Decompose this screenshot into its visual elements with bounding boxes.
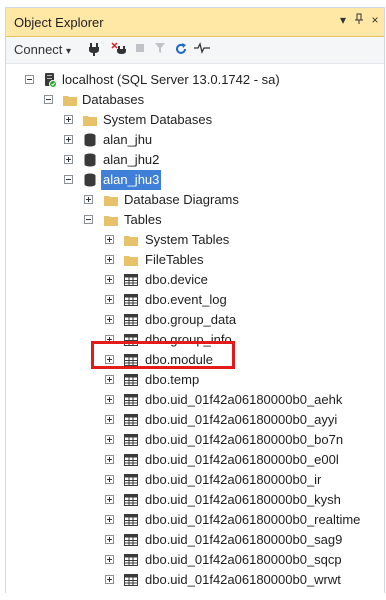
table-icon (124, 574, 138, 586)
expand-toggle[interactable] (105, 355, 114, 364)
tree-node-label: Databases (82, 92, 145, 107)
database-icon (84, 133, 96, 147)
database-icon (84, 173, 96, 187)
expand-toggle[interactable] (105, 395, 114, 404)
expand-toggle[interactable] (105, 535, 114, 544)
table-icon (124, 334, 138, 346)
expand-toggle[interactable] (84, 195, 93, 204)
expand-toggle[interactable] (64, 155, 73, 164)
tree-node-label: dbo.uid_01f42a06180000b0_aehk (145, 392, 343, 407)
expand-toggle[interactable] (105, 515, 114, 524)
tree-node-label: dbo.uid_01f42a06180000b0_sag9 (145, 532, 343, 547)
tree-node-label-selected: alan_jhu3 (101, 170, 162, 190)
tree-node-label: System Tables (145, 232, 230, 247)
expand-toggle[interactable] (105, 495, 114, 504)
stop-icon[interactable] (134, 42, 146, 58)
object-explorer-panel: Object Explorer ▾ × Connect ▾ localhost … (5, 7, 385, 593)
tree-node-label: Tables (124, 212, 162, 227)
table-icon (124, 474, 138, 486)
expand-toggle[interactable] (105, 475, 114, 484)
pin-icon[interactable] (352, 13, 366, 28)
connect-dropdown-icon: ▾ (66, 46, 72, 57)
connect-button[interactable]: Connect ▾ (14, 42, 71, 58)
tree-node-label: alan_jhu2 (103, 152, 160, 167)
tree-node-label: dbo.uid_01f42a06180000b0_kysh (145, 492, 341, 507)
close-icon[interactable]: × (368, 13, 382, 27)
panel-title: Object Explorer (14, 15, 104, 30)
table-icon (124, 534, 138, 546)
folder-icon (104, 196, 118, 206)
expand-toggle[interactable] (105, 275, 114, 284)
table-icon (124, 414, 138, 426)
connect-object-explorer-icon[interactable] (88, 42, 100, 58)
tree-node-label: dbo.device (145, 272, 208, 287)
expand-toggle[interactable] (105, 255, 114, 264)
table-icon (124, 274, 138, 286)
folder-icon (83, 116, 97, 126)
table-icon (124, 294, 138, 306)
folder-icon (63, 96, 77, 106)
table-icon (124, 394, 138, 406)
panel-title-bar: Object Explorer ▾ × (6, 8, 384, 37)
expand-toggle[interactable] (105, 295, 114, 304)
expand-toggle[interactable] (105, 235, 114, 244)
tree-node-label: FileTables (145, 252, 204, 267)
tree-node-label: dbo.uid_01f42a06180000b0_wrwt (145, 572, 341, 587)
connect-label: Connect (14, 42, 63, 57)
table-icon (124, 494, 138, 506)
tree-node-label: dbo.group_data (145, 312, 237, 327)
folder-icon (124, 236, 138, 246)
tree-node-label: dbo.uid_01f42a06180000b0_sqcp (145, 552, 342, 567)
expand-toggle[interactable] (105, 415, 114, 424)
collapse-toggle[interactable] (84, 215, 93, 224)
expand-toggle[interactable] (64, 115, 73, 124)
tree-node-label: dbo.uid_01f42a06180000b0_realtime (145, 512, 361, 527)
expand-toggle[interactable] (105, 555, 114, 564)
table-icon (124, 354, 138, 366)
folder-icon (104, 216, 118, 226)
filter-icon[interactable] (154, 42, 166, 58)
table-icon (124, 454, 138, 466)
table-icon (124, 514, 138, 526)
tree-node-label: dbo.module (145, 352, 213, 367)
table-icon (124, 314, 138, 326)
expand-toggle[interactable] (105, 435, 114, 444)
database-icon (84, 153, 96, 167)
tree-node-label: dbo.temp (145, 372, 200, 387)
tree-node-label: dbo.uid_01f42a06180000b0_ayyi (145, 412, 338, 427)
tree-node-label: alan_jhu (103, 132, 153, 147)
collapse-toggle[interactable] (25, 75, 34, 84)
server-connected-icon (45, 73, 57, 88)
tree-node-label: System Databases (103, 112, 213, 127)
disconnect-icon[interactable] (111, 42, 127, 58)
expand-toggle[interactable] (64, 135, 73, 144)
tree-node-label: dbo.group_info (145, 332, 232, 347)
tree-node-label: dbo.uid_01f42a06180000b0_ir (145, 472, 322, 487)
tree-node-label: Database Diagrams (124, 192, 239, 207)
object-explorer-toolbar: Connect ▾ (6, 37, 384, 64)
collapse-toggle[interactable] (44, 95, 53, 104)
tree-node-label: localhost (SQL Server 13.0.1742 - sa) (62, 72, 280, 87)
expand-toggle[interactable] (105, 575, 114, 584)
folder-icon (124, 256, 138, 266)
tree-node-label: dbo.uid_01f42a06180000b0_e00l (145, 452, 339, 467)
refresh-icon[interactable] (174, 42, 188, 58)
expand-toggle[interactable] (105, 375, 114, 384)
expand-toggle[interactable] (105, 455, 114, 464)
table-icon (124, 434, 138, 446)
expand-toggle[interactable] (105, 315, 114, 324)
expand-toggle[interactable] (105, 335, 114, 344)
activity-monitor-icon[interactable] (194, 42, 210, 58)
collapse-toggle[interactable] (64, 175, 73, 184)
table-icon (124, 374, 138, 386)
tree-node-label: dbo.event_log (145, 292, 227, 307)
table-icon (124, 554, 138, 566)
window-position-dropdown-icon[interactable]: ▾ (336, 13, 350, 27)
tree-node-label: dbo.uid_01f42a06180000b0_bo7n (145, 432, 344, 447)
